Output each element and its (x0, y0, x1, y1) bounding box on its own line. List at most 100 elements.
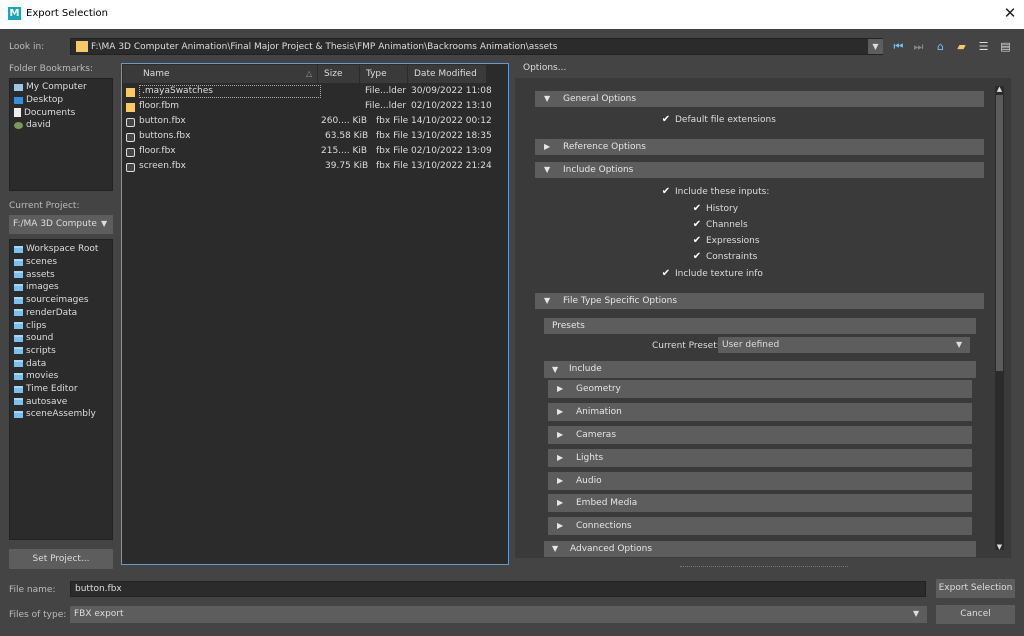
bookmark-my-computer[interactable]: My Computer (14, 81, 87, 94)
triangle-right-icon: ▶ (544, 142, 551, 151)
triangle-right-icon: ▶ (557, 384, 564, 393)
file-type-combo[interactable]: FBX export ▼ (70, 606, 927, 623)
reference-options-header[interactable]: ▶ Reference Options (535, 139, 984, 155)
scrollbar-thumb[interactable] (996, 95, 1003, 371)
embed-media-section[interactable]: ▶ Embed Media (548, 494, 972, 512)
project-folder[interactable]: sourceimages (14, 294, 89, 307)
section-title: Include Options (563, 165, 634, 175)
file-name: floor.fbm (139, 101, 180, 111)
general-options-header[interactable]: ▼ General Options (535, 91, 984, 107)
file-date: 02/10/2022 13:10 (411, 101, 492, 111)
back-icon[interactable]: ⏮ (892, 40, 905, 53)
project-folder[interactable]: movies (14, 370, 58, 383)
detail-view-icon[interactable]: ▤ (999, 40, 1012, 53)
lights-section[interactable]: ▶ Lights (548, 449, 972, 467)
channels-checkbox[interactable]: ✔ Channels (692, 220, 748, 231)
chevron-down-icon: ▼ (913, 609, 920, 618)
project-folder[interactable]: autosave (14, 395, 67, 408)
section-title: Connections (576, 521, 632, 531)
constraints-checkbox[interactable]: ✔ Constraints (692, 252, 758, 263)
bookmark-label: My Computer (26, 82, 87, 93)
folder-icon (14, 385, 23, 393)
scroll-up-icon[interactable]: ▲ (995, 85, 1004, 93)
file-size: 39.75 KiB (325, 161, 369, 171)
list-view-icon[interactable]: ☰ (977, 40, 990, 53)
project-folder[interactable]: Workspace Root (14, 243, 98, 256)
project-folder[interactable]: sound (14, 332, 53, 345)
new-folder-icon[interactable]: ▰ (955, 40, 968, 53)
triangle-right-icon: ▶ (557, 453, 564, 462)
checkbox-label: History (706, 204, 739, 214)
table-row[interactable]: screen.fbx 39.75 KiB fbx File 13/10/2022… (123, 160, 495, 175)
scroll-down-icon[interactable]: ▼ (995, 543, 1004, 551)
project-folder[interactable]: assets (14, 268, 55, 281)
project-folder[interactable]: renderData (14, 307, 77, 320)
export-selection-button[interactable]: Export Selection (936, 579, 1015, 598)
table-row[interactable]: buttons.fbx 63.58 KiB fbx File 13/10/202… (123, 130, 495, 145)
close-icon[interactable]: ✕ (1000, 4, 1020, 24)
table-row[interactable]: .mayaSwatches File...lder 30/09/2022 11:… (123, 85, 495, 100)
include-subsection-header[interactable]: ▼ Include (544, 361, 976, 378)
folder-label: scenes (26, 257, 58, 268)
folder-label: assets (26, 269, 55, 280)
cancel-button[interactable]: Cancel (936, 605, 1015, 624)
bookmark-documents[interactable]: Documents (14, 106, 75, 119)
project-folder[interactable]: scenes (14, 256, 57, 269)
default-ext-checkbox[interactable]: ✔ Default file extensions (661, 115, 776, 126)
project-folder[interactable]: data (14, 357, 46, 370)
forward-icon[interactable]: ⏭ (912, 40, 925, 53)
file-type-value: FBX export (74, 609, 124, 619)
bookmark-desktop[interactable]: Desktop (14, 94, 63, 107)
section-title: Geometry (576, 384, 621, 394)
animation-section[interactable]: ▶ Animation (548, 403, 972, 421)
expressions-checkbox[interactable]: ✔ Expressions (692, 236, 760, 247)
set-project-button[interactable]: Set Project... (9, 549, 113, 569)
file-list: Name △ Size Type Date Modified .mayaSwatc… (121, 63, 509, 565)
file-name-input[interactable]: button.fbx (70, 581, 926, 597)
project-folder[interactable]: sceneAssembly (14, 408, 96, 421)
connections-section[interactable]: ▶ Connections (548, 517, 972, 535)
texture-info-checkbox[interactable]: ✔ Include texture info (661, 269, 763, 280)
file-name: screen.fbx (139, 161, 186, 171)
table-row[interactable]: floor.fbm File...lder 02/10/2022 13:10 (123, 100, 495, 115)
table-row[interactable]: floor.fbx 215.... KiB fbx File 02/10/202… (123, 145, 495, 160)
bookmark-david[interactable]: david (14, 119, 51, 132)
cameras-section[interactable]: ▶ Cameras (548, 426, 972, 444)
checkbox-label: Include these inputs: (675, 187, 770, 197)
history-checkbox[interactable]: ✔ History (692, 204, 739, 215)
splitter-handle[interactable] (680, 566, 848, 567)
folder-icon (14, 309, 23, 317)
project-folder[interactable]: scripts (14, 345, 56, 358)
chevron-down-icon[interactable]: ▼ (868, 39, 883, 54)
look-in-combo[interactable]: F:\MA 3D Computer Animation\Final Major … (70, 38, 883, 55)
triangle-down-icon: ▼ (552, 365, 559, 374)
file-size: 260.... KiB (321, 116, 368, 126)
folder-label: images (26, 282, 59, 293)
project-folder[interactable]: Time Editor (14, 383, 78, 396)
file-type-options-header[interactable]: ▼ File Type Specific Options (535, 293, 984, 309)
project-folder[interactable]: clips (14, 319, 46, 332)
current-preset-label: Current Preset: (652, 341, 720, 351)
col-size[interactable]: Size (318, 65, 360, 83)
file-name: .mayaSwatches (139, 85, 321, 98)
file-date: 14/10/2022 00:12 (411, 116, 492, 126)
computer-icon (14, 83, 23, 91)
bookmarks-list: My Computer Desktop Documents david (9, 78, 113, 191)
col-date[interactable]: Date Modified (408, 65, 487, 83)
file-date: 02/10/2022 13:09 (411, 146, 492, 156)
audio-section[interactable]: ▶ Audio (548, 472, 972, 490)
table-row[interactable]: button.fbx 260.... KiB fbx File 14/10/20… (123, 115, 495, 130)
col-name[interactable]: Name △ (123, 65, 318, 83)
geometry-section[interactable]: ▶ Geometry (548, 380, 972, 398)
current-preset-combo[interactable]: User defined ▼ (718, 337, 970, 353)
col-type[interactable]: Type (360, 65, 408, 83)
home-icon[interactable]: ⌂ (934, 40, 947, 53)
project-combo[interactable]: F:/MA 3D Compute ▼ (9, 215, 113, 234)
current-project-label: Current Project: (9, 201, 80, 211)
project-folder[interactable]: images (14, 281, 59, 294)
include-options-header[interactable]: ▼ Include Options (535, 162, 984, 178)
advanced-options-header[interactable]: ▼ Advanced Options (544, 541, 976, 557)
presets-header[interactable]: Presets (544, 318, 976, 334)
triangle-right-icon: ▶ (557, 430, 564, 439)
include-inputs-checkbox[interactable]: ✔ Include these inputs: (661, 187, 770, 198)
